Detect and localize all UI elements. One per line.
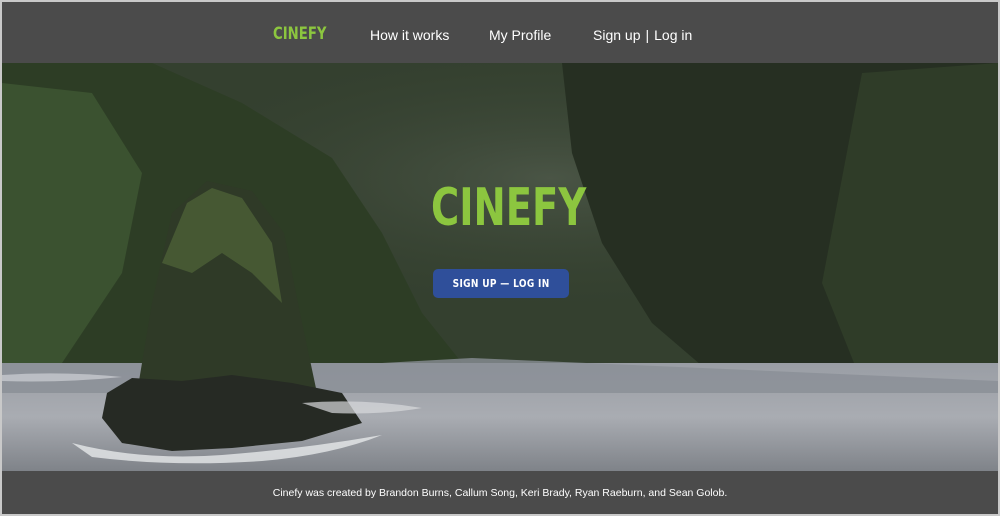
nav-auth-group: Sign up | Log in xyxy=(593,27,692,43)
top-navbar: CINEFY How it works My Profile Sign up | L… xyxy=(2,2,998,63)
page-frame: CINEFY How it works My Profile Sign up | L… xyxy=(0,0,1000,516)
nav-brand-logo[interactable]: CINEFY xyxy=(273,24,326,44)
page-footer: Cinefy was created by Brandon Burns, Cal… xyxy=(2,471,998,514)
nav-link-sign-up[interactable]: Sign up xyxy=(593,27,640,43)
hero-banner: CINEFY SIGN UP — LOG IN xyxy=(2,63,998,471)
nav-link-how-it-works[interactable]: How it works xyxy=(370,27,449,43)
hero-background-image xyxy=(2,63,998,471)
nav-link-my-profile[interactable]: My Profile xyxy=(489,27,551,43)
nav-link-log-in[interactable]: Log in xyxy=(654,27,692,43)
nav-separator: | xyxy=(645,27,650,43)
hero-button-label: SIGN UP — LOG IN xyxy=(452,277,550,290)
hero-title: CINEFY xyxy=(431,178,587,238)
hero-signup-login-button[interactable]: SIGN UP — LOG IN xyxy=(433,269,569,298)
footer-credits: Cinefy was created by Brandon Burns, Cal… xyxy=(272,487,728,499)
